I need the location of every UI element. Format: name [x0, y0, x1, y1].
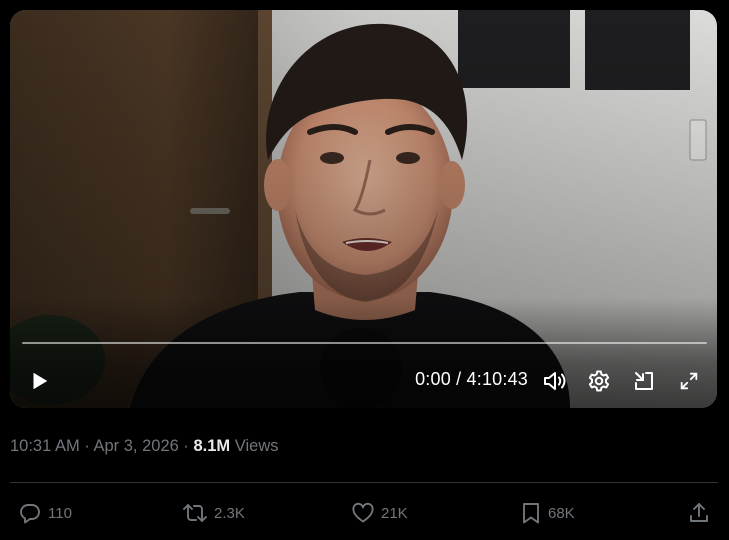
share-icon	[687, 501, 711, 525]
post-time[interactable]: 10:31 AM	[10, 437, 80, 455]
share-button[interactable]	[687, 500, 711, 526]
like-count: 21K	[381, 504, 408, 522]
play-icon	[28, 370, 50, 392]
repost-icon	[182, 501, 208, 525]
time-current: 0:00	[415, 369, 451, 389]
time-separator: /	[456, 369, 462, 389]
meta-separator: ·	[183, 437, 194, 455]
minimize-button[interactable]	[629, 366, 659, 396]
post-date[interactable]: Apr 3, 2026	[93, 437, 178, 455]
video-player[interactable]: 0:00 / 4:10:43	[10, 10, 717, 408]
volume-icon	[542, 369, 568, 393]
post-detail: 0:00 / 4:10:43 10:31 AM · Apr 3, 2026 · …	[0, 0, 729, 540]
play-button[interactable]	[24, 366, 54, 396]
like-button[interactable]: 21K	[351, 500, 408, 526]
repost-count: 2.3K	[214, 504, 245, 522]
reply-button[interactable]: 110	[18, 500, 72, 526]
views-label: Views	[234, 437, 279, 455]
fullscreen-icon	[678, 370, 700, 392]
reply-icon	[18, 501, 42, 525]
bookmark-button[interactable]: 68K	[520, 500, 575, 526]
views-count: 8.1M	[193, 437, 231, 455]
time-total: 4:10:43	[466, 369, 528, 389]
bookmark-count: 68K	[548, 504, 575, 522]
progress-bar[interactable]	[22, 342, 707, 344]
settings-button[interactable]	[584, 366, 614, 396]
reply-count: 110	[48, 504, 72, 522]
divider	[10, 482, 718, 483]
post-meta: 10:31 AM · Apr 3, 2026 · 8.1M Views	[10, 437, 278, 456]
time-readout: 0:00 / 4:10:43	[398, 369, 528, 390]
volume-button[interactable]	[540, 366, 570, 396]
heart-icon	[351, 501, 375, 525]
bookmark-icon	[520, 501, 542, 525]
gear-icon	[587, 369, 611, 393]
minimize-icon	[632, 369, 656, 393]
fullscreen-button[interactable]	[674, 366, 704, 396]
repost-button[interactable]: 2.3K	[182, 500, 245, 526]
